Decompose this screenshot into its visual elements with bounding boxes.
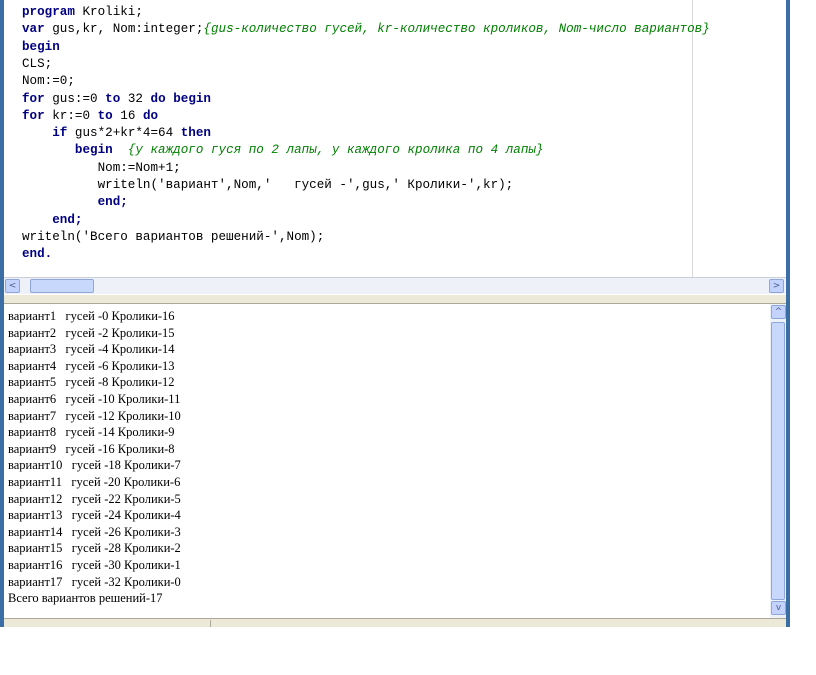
code-keyword: for (22, 91, 45, 106)
output-line: вариант15 гусей -28 Кролики-2 (8, 541, 181, 556)
code-text: writeln('Всего вариантов решений-',Nom); (22, 229, 325, 244)
right-margin-line (692, 0, 693, 277)
output-line: вариант17 гусей -32 Кролики-0 (8, 574, 181, 589)
code-line: begin {у каждого гуся по 2 лапы, у каждо… (22, 142, 544, 159)
output-line: вариант7 гусей -12 Кролики-10 (8, 408, 181, 423)
code-line: end; (22, 212, 82, 229)
code-text: 32 (120, 91, 151, 106)
code-keyword: end. (22, 247, 53, 262)
code-comment: {gus-количество гусей, kr-количество кро… (203, 22, 710, 37)
scroll-up-button[interactable]: ^ (771, 305, 786, 319)
code-text: CLS; (22, 56, 53, 71)
code-keyword: end; (52, 212, 83, 227)
code-keyword: for (22, 108, 45, 123)
code-text: Nom:=0; (22, 74, 75, 89)
pane-splitter[interactable] (4, 294, 786, 304)
chevron-left-icon: < (8, 281, 17, 291)
code-line: Nom:=Nom+1; (22, 160, 181, 177)
code-comment: {у каждого гуся по 2 лапы, у каждого кро… (127, 143, 544, 158)
code-keyword: begin (74, 143, 113, 158)
code-line: var gus,kr, Nom:integer;{gus-количество … (22, 21, 710, 38)
output-line: вариант3 гусей -4 Кролики-14 (8, 342, 175, 357)
scroll-left-button[interactable]: < (5, 279, 20, 293)
output-line: вариант8 гусей -14 Кролики-9 (8, 425, 175, 440)
ide-window: program Kroliki; var gus,kr, Nom:integer;… (0, 0, 790, 627)
code-keyword: begin (173, 91, 211, 106)
output-line: Всего вариантов решений-17 (8, 591, 163, 606)
output-line: вариант12 гусей -22 Кролики-5 (8, 491, 181, 506)
horizontal-scroll-thumb[interactable] (30, 279, 94, 293)
code-text: gus:=0 (44, 91, 106, 106)
status-bar (4, 618, 786, 627)
code-text: 16 (112, 108, 143, 123)
output-line: вариант2 гусей -2 Кролики-15 (8, 325, 175, 340)
code-line: program Kroliki; (22, 4, 143, 21)
code-text: gus,kr, Nom:integer; (44, 22, 204, 37)
code-line: if gus*2+kr*4=64 then (22, 125, 211, 142)
code-text: gus*2+kr*4=64 (67, 126, 181, 141)
code-keyword: var (22, 22, 45, 37)
code-line: for kr:=0 to 16 do (22, 108, 158, 125)
code-line: writeln('вариант',Nom,' гусей -',gus,' К… (22, 177, 514, 194)
code-keyword: program (22, 5, 75, 19)
code-line: end; (22, 194, 128, 211)
output-line: вариант9 гусей -16 Кролики-8 (8, 441, 175, 456)
output-line: вариант10 гусей -18 Кролики-7 (8, 458, 181, 473)
scroll-down-button[interactable]: v (771, 601, 786, 615)
output-vertical-scrollbar[interactable]: ^ v (770, 304, 786, 618)
output-line: вариант4 гусей -6 Кролики-13 (8, 358, 175, 373)
code-keyword: then (180, 126, 211, 141)
code-line: begin (22, 39, 60, 56)
status-separator (210, 620, 211, 627)
code-line: Nom:=0; (22, 73, 75, 90)
chevron-down-icon: v (775, 603, 782, 613)
scroll-right-button[interactable]: > (769, 279, 784, 293)
output-line: вариант6 гусей -10 Кролики-11 (8, 392, 181, 406)
code-keyword: do (142, 108, 159, 123)
output-line: вариант14 гусей -26 Кролики-3 (8, 524, 181, 539)
code-keyword: to (97, 108, 113, 123)
editor-horizontal-scrollbar[interactable]: < > (4, 277, 786, 294)
chevron-right-icon: > (772, 281, 781, 291)
code-text: writeln('вариант',Nom,' гусей -',gus,' К… (22, 178, 514, 192)
code-line: writeln('Всего вариантов решений-',Nom); (22, 229, 324, 246)
output-line: вариант13 гусей -24 Кролики-4 (8, 508, 181, 523)
code-line: end. (22, 246, 52, 263)
output-line: вариант11 гусей -20 Кролики-6 (8, 475, 181, 489)
output-line: вариант1 гусей -0 Кролики-16 (8, 309, 175, 323)
vertical-scroll-thumb[interactable] (771, 322, 785, 600)
chevron-up-icon: ^ (774, 307, 783, 317)
code-keyword: to (105, 91, 121, 106)
output-line: вариант5 гусей -8 Кролики-12 (8, 375, 175, 390)
code-editor[interactable]: program Kroliki; var gus,kr, Nom:integer;… (4, 0, 786, 277)
code-line: for gus:=0 to 32 do begin (22, 91, 211, 108)
code-keyword: do (150, 91, 166, 106)
output-line: вариант16 гусей -30 Кролики-1 (8, 558, 181, 572)
code-text: kr:=0 (44, 108, 98, 123)
code-keyword: begin (22, 39, 60, 54)
output-pane[interactable]: вариант1 гусей -0 Кролики-16 вариант2 гус… (4, 304, 770, 618)
code-keyword: if (52, 126, 68, 141)
code-text: Kroliki; (74, 5, 143, 19)
code-keyword: end; (97, 195, 128, 210)
code-text: Nom:=Nom+1; (22, 160, 181, 175)
code-line: CLS; (22, 56, 52, 73)
